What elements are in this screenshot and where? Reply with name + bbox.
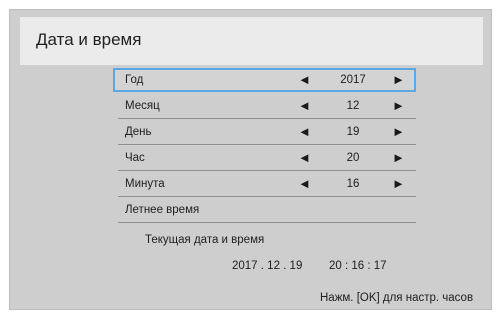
setting-value: 2017 <box>340 74 366 86</box>
setting-value: 12 <box>346 100 360 112</box>
dst-label: Летнее время <box>125 204 200 216</box>
hint-text: Нажм. [OK] для настр. часов <box>320 292 474 304</box>
title-bar: Дата и время <box>20 17 483 65</box>
setting-label: День <box>125 126 152 138</box>
divider <box>118 144 416 145</box>
current-datetime-label: Текущая дата и время <box>145 234 265 246</box>
setting-value: 20 <box>346 152 360 164</box>
setting-label: Минута <box>125 178 165 190</box>
setting-label: Месяц <box>125 100 160 112</box>
decrease-arrow-icon[interactable]: ◄ <box>298 72 311 87</box>
setting-label: Час <box>125 152 145 164</box>
setting-row-month[interactable]: Месяц ◄ 12 ► <box>113 94 416 118</box>
increase-arrow-icon[interactable]: ► <box>392 72 405 87</box>
increase-arrow-icon[interactable]: ► <box>392 124 405 139</box>
setting-row-hour[interactable]: Час ◄ 20 ► <box>113 146 416 170</box>
setting-value: 19 <box>346 126 360 138</box>
divider <box>118 222 416 223</box>
increase-arrow-icon[interactable]: ► <box>392 98 405 113</box>
increase-arrow-icon[interactable]: ► <box>392 150 405 165</box>
divider <box>118 118 416 119</box>
decrease-arrow-icon[interactable]: ◄ <box>298 98 311 113</box>
menu-title: Дата и время <box>36 30 142 49</box>
divider <box>118 170 416 171</box>
decrease-arrow-icon[interactable]: ◄ <box>298 150 311 165</box>
setting-label: Год <box>125 74 144 86</box>
setting-row-year[interactable]: Год ◄ 2017 ► <box>113 68 416 92</box>
divider <box>118 196 416 197</box>
decrease-arrow-icon[interactable]: ◄ <box>298 176 311 191</box>
setting-row-minute[interactable]: Минута ◄ 16 ► <box>113 172 416 196</box>
increase-arrow-icon[interactable]: ► <box>392 176 405 191</box>
current-date: 2017 . 12 . 19 <box>232 260 303 272</box>
decrease-arrow-icon[interactable]: ◄ <box>298 124 311 139</box>
date-time-menu: Дата и время Год ◄ 2017 ► Месяц ◄ 12 ► Д… <box>9 9 492 310</box>
setting-row-dst[interactable]: Летнее время <box>113 198 416 222</box>
current-time: 20 : 16 : 17 <box>329 260 387 272</box>
setting-row-day[interactable]: День ◄ 19 ► <box>113 120 416 144</box>
setting-value: 16 <box>346 178 360 190</box>
